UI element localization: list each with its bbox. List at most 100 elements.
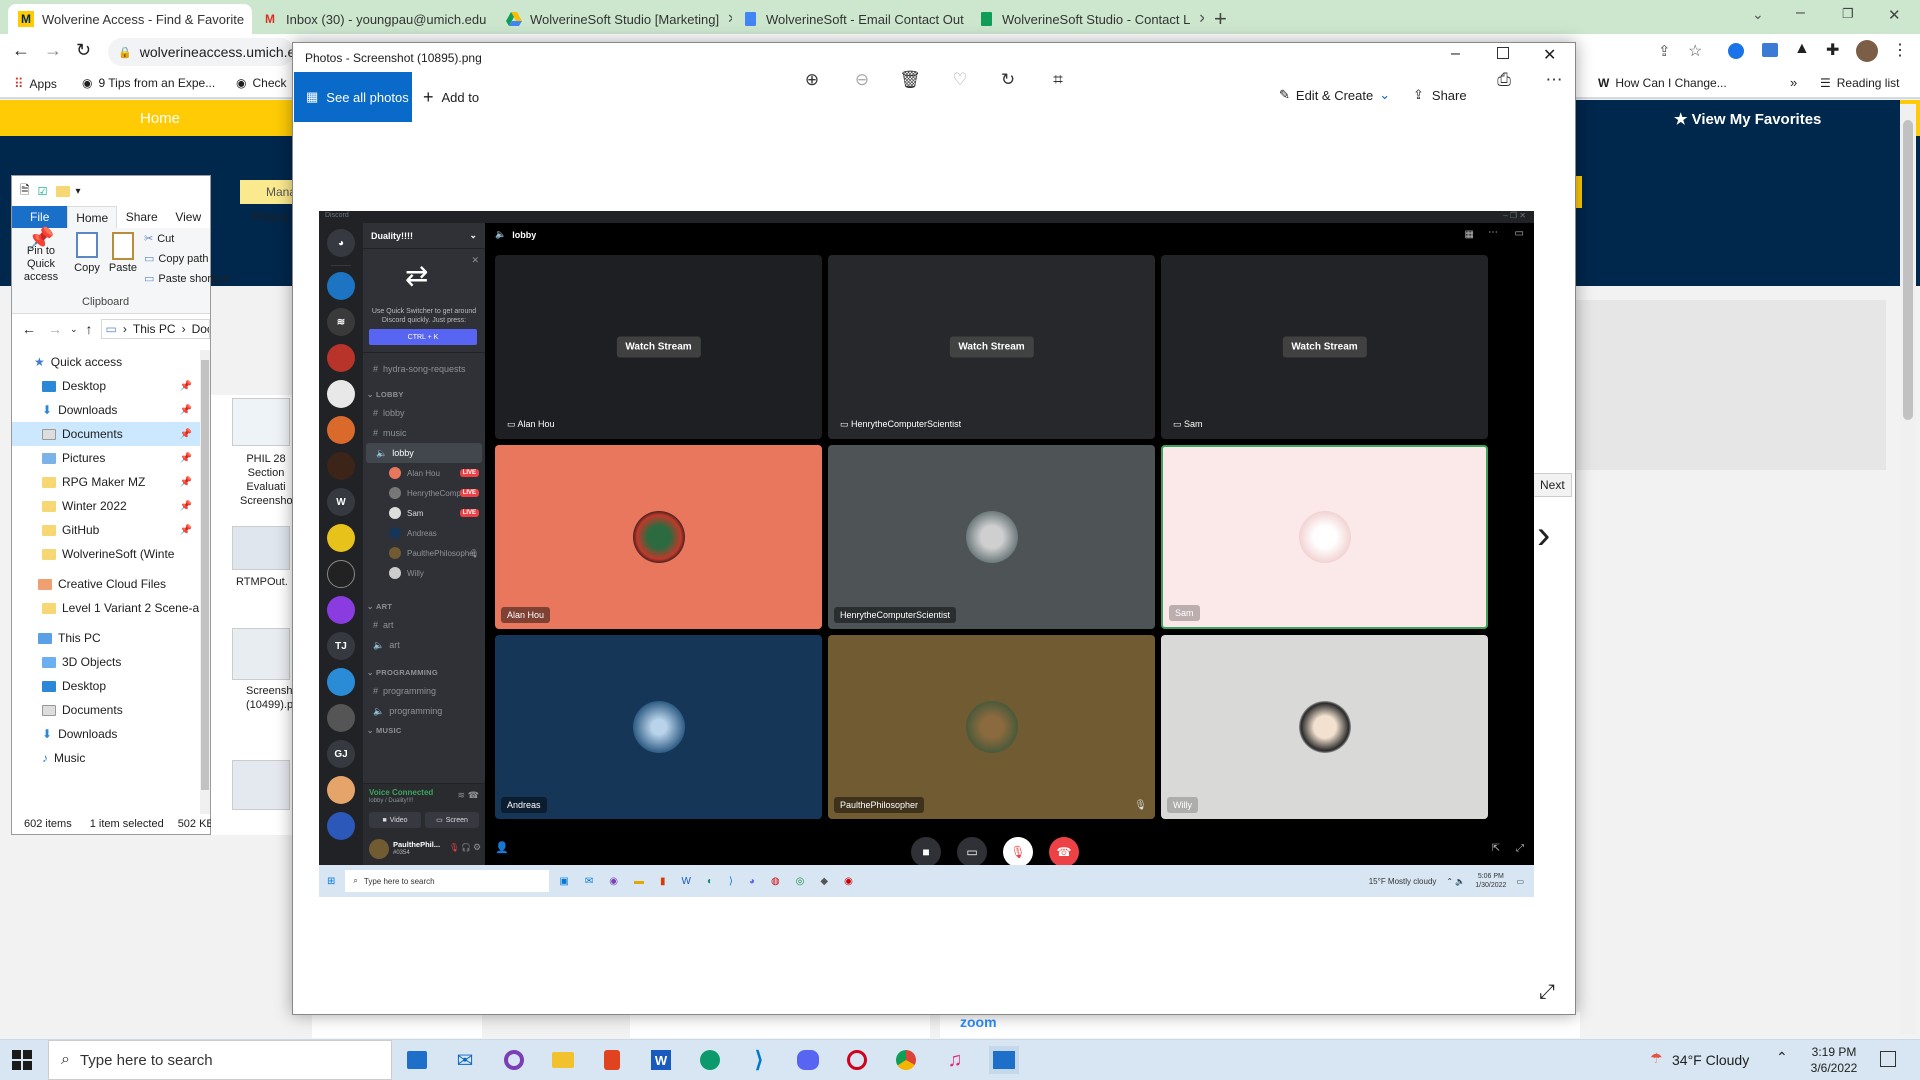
server-icon[interactable] xyxy=(327,812,355,840)
stream-tile-henry[interactable]: Watch Stream ▭ HenrytheComputerScientist xyxy=(828,255,1155,439)
chevron-up-icon[interactable]: ⌃ xyxy=(1776,1049,1788,1066)
nav-scrollbar[interactable] xyxy=(200,350,210,814)
share-icon[interactable]: ⇪ xyxy=(1658,42,1671,60)
star-icon[interactable]: ☆ xyxy=(1688,41,1702,61)
quick-item-rpg-maker[interactable]: RPG Maker MZ 📌 xyxy=(12,470,202,494)
server-icon[interactable] xyxy=(327,704,355,732)
page-scrollbar[interactable] xyxy=(1900,104,1916,1034)
avatar[interactable] xyxy=(369,839,389,859)
more-bookmarks[interactable]: » xyxy=(1790,75,1797,90)
view-favorites-link[interactable]: ★ View My Favorites xyxy=(1674,110,1821,128)
server-icon[interactable] xyxy=(327,524,355,552)
channel-hydra[interactable]: # hydra-song-requests xyxy=(363,359,485,379)
extension-icon[interactable] xyxy=(1728,43,1744,59)
close-icon[interactable]: ✕ xyxy=(244,11,252,27)
category-programming[interactable]: ⌄ PROGRAMMING xyxy=(363,663,485,681)
paste-shortcut-button[interactable]: ▭ Paste shortcut xyxy=(144,272,229,286)
close-icon[interactable]: ✕ xyxy=(1190,11,1204,27)
edge-icon[interactable] xyxy=(695,1046,725,1074)
server-icon[interactable] xyxy=(327,596,355,624)
bookmark-apps[interactable]: ⠿ Apps xyxy=(14,76,57,92)
video-button[interactable]: ■ Video xyxy=(369,812,421,828)
screen-button[interactable]: ▭ Screen xyxy=(425,812,479,828)
disconnect-button[interactable]: ☎ xyxy=(1049,837,1079,867)
file-thumbnail[interactable] xyxy=(232,760,290,810)
folder-icon[interactable] xyxy=(548,1046,578,1074)
minimize-button[interactable]: – xyxy=(1451,45,1460,63)
next-arrow-icon[interactable]: › xyxy=(1537,513,1550,558)
zoom-in-icon[interactable]: ⊕ xyxy=(797,65,827,95)
windows-start-icon[interactable] xyxy=(12,1050,32,1070)
voice-user[interactable]: Andreas xyxy=(363,523,485,543)
mail-icon[interactable]: ✉ xyxy=(450,1046,480,1074)
disconnect-icon[interactable]: ☎ xyxy=(468,790,479,801)
maximize-button[interactable] xyxy=(1497,47,1509,59)
chevron-down-icon[interactable]: ⌄ xyxy=(70,324,78,335)
channel-lobby-text[interactable]: # lobby xyxy=(363,403,485,423)
weather-text[interactable]: 34°F Cloudy xyxy=(1672,1052,1749,1068)
pc-item-music[interactable]: ♪ Music xyxy=(12,746,202,770)
level-folder[interactable]: Level 1 Variant 2 Scene-a xyxy=(12,596,202,620)
user-tile-henry[interactable]: HenrytheComputerScientist xyxy=(828,445,1155,629)
bookmark-tips[interactable]: ◉ 9 Tips from an Expe... xyxy=(82,76,215,90)
itunes-icon[interactable]: ♫ xyxy=(940,1046,970,1074)
clock[interactable]: 3:19 PM 3/6/2022 xyxy=(1798,1044,1870,1076)
stream-tile-alan[interactable]: Watch Stream ▭ Alan Hou xyxy=(495,255,822,439)
tab-wolverine-access[interactable]: M Wolverine Access - Find & Favorite ✕ xyxy=(8,4,252,34)
pc-item-downloads[interactable]: ⬇ Downloads xyxy=(12,722,202,746)
pc-item-3d[interactable]: 3D Objects xyxy=(12,650,202,674)
crop-icon[interactable]: ⌗ xyxy=(1043,65,1073,95)
quick-item-wolverinesoft[interactable]: WolverineSoft (Winte xyxy=(12,542,202,566)
grid-icon[interactable]: ▦ xyxy=(1465,229,1474,240)
server-icon[interactable] xyxy=(327,344,355,372)
tab-docs[interactable]: WolverineSoft - Email Contact Out ✕ xyxy=(732,4,968,34)
user-tile-alan[interactable]: Alan Hou xyxy=(495,445,822,629)
photos-icon[interactable] xyxy=(989,1046,1019,1074)
taskbar-search[interactable]: ⌕ Type here to search xyxy=(48,1040,392,1080)
home-link[interactable]: Home xyxy=(140,110,180,127)
stream-tile-sam[interactable]: Watch Stream ▭ Sam xyxy=(1161,255,1488,439)
watch-stream-button[interactable]: Watch Stream xyxy=(616,336,701,358)
quick-item-downloads[interactable]: ⬇ Downloads 📌 xyxy=(12,398,202,422)
bookmark-check[interactable]: ◉ Check xyxy=(236,76,287,90)
popout-icon[interactable]: ⇱ xyxy=(1492,843,1500,854)
server-icon[interactable] xyxy=(327,416,355,444)
word-icon[interactable]: W xyxy=(646,1046,676,1074)
user-tile-willy[interactable]: Willy xyxy=(1161,635,1488,819)
voice-channel-lobby[interactable]: 🔈 lobby xyxy=(366,443,482,463)
category-music[interactable]: ⌄ MUSIC xyxy=(363,725,485,735)
tab-sheets[interactable]: WolverineSoft Studio - Contact L ✕ xyxy=(968,4,1204,34)
quick-item-desktop[interactable]: Desktop 📌 xyxy=(12,374,202,398)
category-art[interactable]: ⌄ ART xyxy=(363,597,485,615)
quick-item-pictures[interactable]: Pictures 📌 xyxy=(12,446,202,470)
headphones-icon[interactable]: 🎧 xyxy=(461,843,471,852)
voice-user[interactable]: Alan Hou LIVE xyxy=(363,463,485,483)
heart-icon[interactable]: ♡ xyxy=(945,65,975,95)
channel-art-voice[interactable]: 🔈 art xyxy=(363,635,485,655)
screen-share-button[interactable]: ▭ xyxy=(957,837,987,867)
pc-item-documents[interactable]: Documents xyxy=(12,698,202,722)
invite-icon[interactable]: 👤 xyxy=(495,841,509,854)
tab-picture[interactable]: Picture xyxy=(252,210,289,224)
paste-button[interactable]: Paste xyxy=(106,232,140,274)
restore-button[interactable]: ❐ xyxy=(1842,6,1854,22)
voice-user[interactable]: Willy xyxy=(363,563,485,583)
popout-icon[interactable]: ▭ xyxy=(1515,228,1524,239)
file-thumbnail[interactable] xyxy=(232,526,290,570)
discord-icon[interactable] xyxy=(793,1046,823,1074)
file-thumbnail[interactable] xyxy=(232,628,290,680)
server-w[interactable]: W xyxy=(327,488,355,516)
close-window-button[interactable]: ✕ xyxy=(1543,45,1556,65)
voice-user[interactable]: HenrytheComp... LIVE xyxy=(363,483,485,503)
puzzle-icon[interactable]: ✚ xyxy=(1826,40,1839,60)
up-icon[interactable]: ↑ xyxy=(86,321,93,337)
more-options-icon[interactable]: ⋯ xyxy=(1539,65,1569,95)
quick-item-github[interactable]: GitHub 📌 xyxy=(12,518,202,542)
tab-search-icon[interactable]: ⌄ xyxy=(1752,6,1764,23)
server-tj[interactable]: TJ xyxy=(327,632,355,660)
close-icon[interactable]: ✕ xyxy=(719,11,732,27)
mic-muted-button[interactable]: 🎙 xyxy=(1003,837,1033,867)
server-icon[interactable] xyxy=(327,776,355,804)
breadcrumb[interactable]: ▭› This PC› Documents xyxy=(100,319,210,339)
voice-user[interactable]: Sam LIVE xyxy=(363,503,485,523)
